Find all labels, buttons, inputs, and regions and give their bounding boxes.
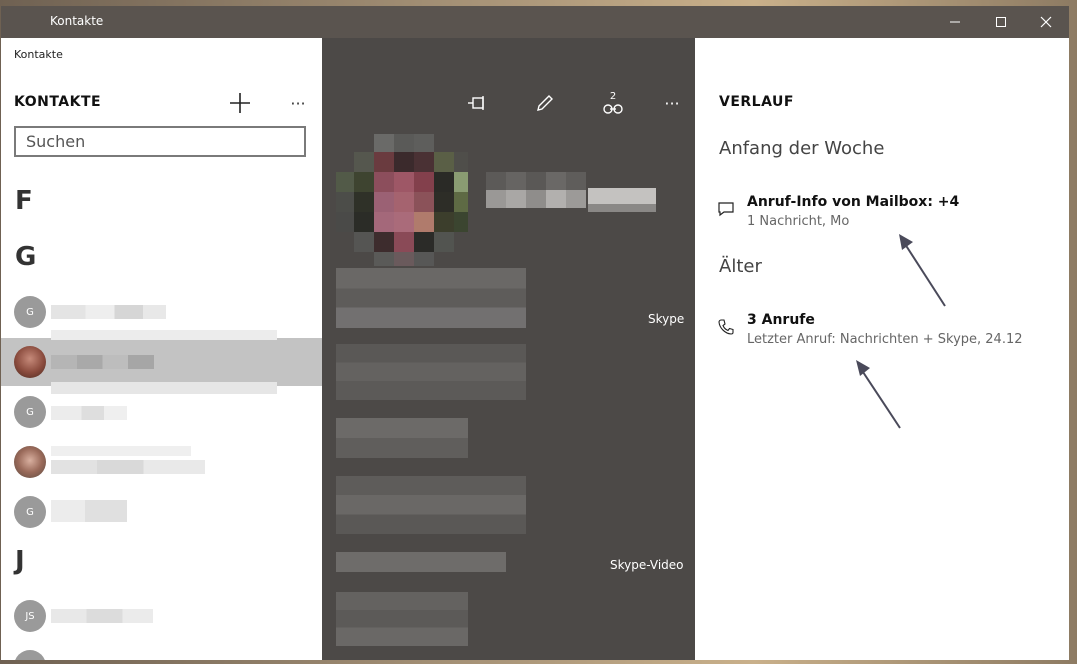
history-item-title: 3 Anrufe bbox=[747, 312, 815, 328]
link-icon: 2 bbox=[603, 91, 623, 114]
contact-list-item[interactable] bbox=[1, 642, 322, 660]
history-pane: VERLAUF Anfang der Woche Anruf-Info von … bbox=[695, 38, 1069, 660]
history-item-calls[interactable]: 3 Anrufe Letzter Anruf: Nachrichten + Sk… bbox=[715, 312, 1045, 356]
minimize-icon bbox=[950, 21, 960, 23]
redacted-name bbox=[51, 446, 191, 456]
linked-contacts-button[interactable]: 2 bbox=[600, 90, 626, 116]
close-icon bbox=[1040, 16, 1052, 28]
history-item-subtitle: Letzter Anruf: Nachrichten + Skype, 24.1… bbox=[747, 332, 1023, 347]
window-title: Kontakte bbox=[50, 14, 104, 28]
contacts-heading: KONTAKTE bbox=[14, 94, 102, 110]
redacted-field bbox=[336, 592, 468, 646]
skype-label[interactable]: Skype bbox=[648, 312, 684, 326]
plus-icon bbox=[230, 93, 250, 113]
redacted-field bbox=[336, 418, 468, 458]
section-heading-this-week: Anfang der Woche bbox=[719, 138, 885, 159]
maximize-icon bbox=[996, 17, 1006, 27]
redacted-name bbox=[51, 330, 277, 340]
avatar: G bbox=[14, 396, 46, 428]
group-letter-j[interactable]: J bbox=[15, 546, 25, 576]
redacted-email-field bbox=[336, 344, 526, 400]
avatar bbox=[14, 650, 46, 660]
contact-detail-pane: 2 ··· Skype Skype-Video bbox=[322, 38, 695, 660]
maximize-button[interactable] bbox=[978, 6, 1024, 38]
redacted-name bbox=[51, 406, 127, 420]
avatar: G bbox=[14, 496, 46, 528]
search-input[interactable] bbox=[14, 126, 306, 157]
contacts-window: Kontakte Kontakte KONTAKTE ··· F G G bbox=[1, 6, 1069, 660]
redacted-contact-name bbox=[486, 172, 656, 212]
ellipsis-icon: ··· bbox=[664, 93, 680, 113]
add-contact-button[interactable] bbox=[227, 90, 253, 116]
pin-icon bbox=[468, 96, 484, 110]
redacted-name bbox=[51, 305, 166, 319]
redacted-name bbox=[51, 500, 127, 522]
ellipsis-icon: ··· bbox=[290, 93, 306, 113]
contact-list-item[interactable]: G bbox=[1, 488, 322, 536]
contact-list-item[interactable]: JS bbox=[1, 592, 322, 640]
redacted-name bbox=[51, 355, 154, 369]
minimize-button[interactable] bbox=[932, 6, 978, 38]
annotation-arrow bbox=[856, 360, 901, 429]
annotation-arrow bbox=[899, 234, 946, 307]
edit-button[interactable] bbox=[532, 90, 558, 116]
redacted-field bbox=[336, 552, 506, 572]
history-item-voicemail[interactable]: Anruf-Info von Mailbox: +49 1 Nachricht,… bbox=[715, 194, 1045, 238]
app-name-label: Kontakte bbox=[14, 48, 63, 61]
avatar bbox=[14, 446, 46, 478]
group-letter-g[interactable]: G bbox=[15, 242, 36, 272]
pencil-icon bbox=[537, 95, 553, 111]
contact-list-item-selected[interactable] bbox=[1, 330, 322, 394]
contact-list-item[interactable]: G bbox=[1, 288, 322, 336]
avatar bbox=[14, 346, 46, 378]
close-button[interactable] bbox=[1023, 6, 1069, 38]
redacted-name bbox=[51, 460, 205, 474]
redacted-phone-field bbox=[336, 268, 526, 328]
redacted-field bbox=[336, 476, 526, 534]
avatar: JS bbox=[14, 600, 46, 632]
history-heading: VERLAUF bbox=[719, 94, 794, 110]
phone-icon bbox=[718, 319, 734, 335]
more-options-button[interactable]: ··· bbox=[286, 90, 310, 116]
avatar: G bbox=[14, 296, 46, 328]
history-item-subtitle: 1 Nachricht, Mo bbox=[747, 214, 850, 229]
section-heading-older: Älter bbox=[719, 256, 762, 277]
contact-list-item[interactable] bbox=[1, 438, 322, 486]
link-count: 2 bbox=[610, 91, 616, 102]
group-letter-f[interactable]: F bbox=[15, 186, 33, 216]
contact-photo bbox=[336, 134, 468, 266]
contact-list-item[interactable]: G bbox=[1, 388, 322, 436]
contacts-list-pane: Kontakte KONTAKTE ··· F G G G bbox=[1, 38, 322, 660]
message-icon bbox=[718, 202, 734, 217]
pin-button[interactable] bbox=[464, 90, 490, 116]
title-bar[interactable]: Kontakte bbox=[1, 6, 1069, 38]
more-options-button[interactable]: ··· bbox=[659, 90, 685, 116]
history-item-title: Anruf-Info von Mailbox: +49 bbox=[747, 194, 959, 210]
redacted-name bbox=[51, 609, 153, 623]
skype-video-label[interactable]: Skype-Video bbox=[610, 558, 684, 572]
